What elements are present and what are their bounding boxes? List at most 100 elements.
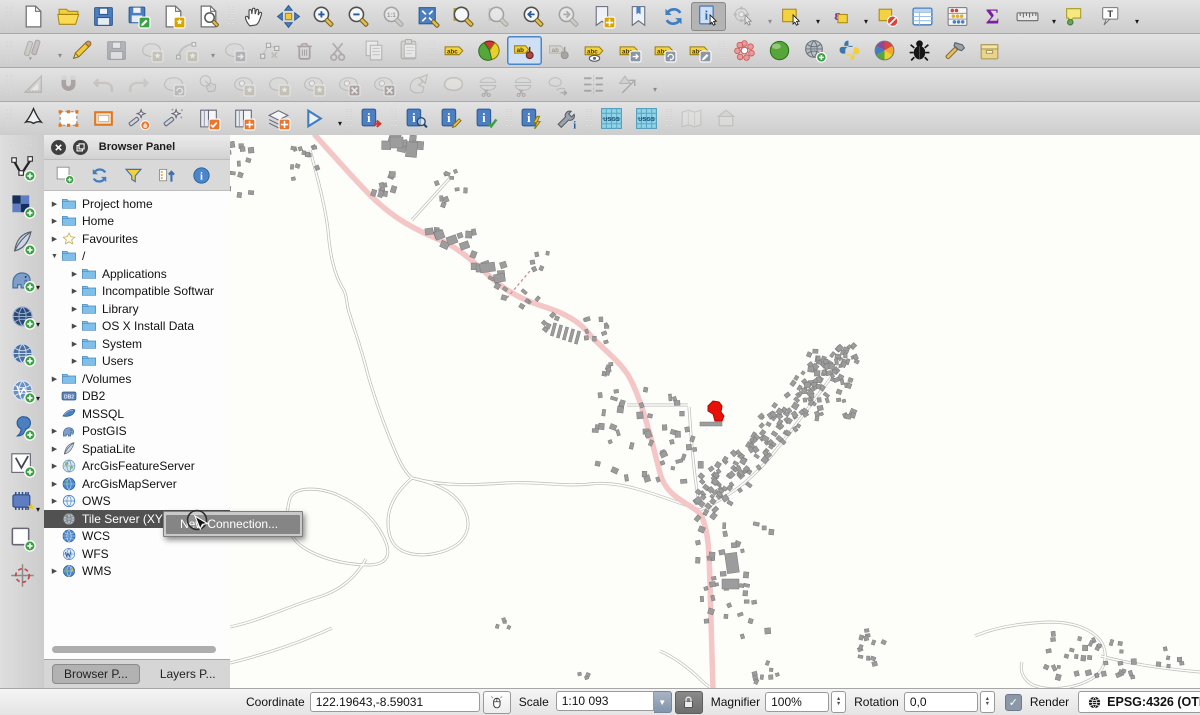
expander-icon[interactable]: ▶ bbox=[48, 462, 61, 470]
lock-scale-button[interactable] bbox=[675, 691, 703, 714]
measure-button[interactable]: ▾ bbox=[1010, 2, 1058, 31]
add-layer-group-button[interactable] bbox=[261, 104, 296, 133]
tree-item-users[interactable]: ▶Users bbox=[44, 353, 230, 371]
style-book-check-button[interactable] bbox=[191, 104, 226, 133]
properties-widget-button[interactable]: i bbox=[190, 164, 212, 186]
expander-icon[interactable]: ▶ bbox=[48, 375, 61, 383]
rotate-label-button[interactable]: abc bbox=[647, 36, 682, 65]
toolbar-drag-handle[interactable] bbox=[5, 74, 14, 96]
expander-icon[interactable]: ▶ bbox=[48, 235, 61, 243]
add-raster-layer-button[interactable] bbox=[4, 188, 40, 222]
select-features-button[interactable]: ▾ bbox=[774, 2, 822, 31]
map-tips-button[interactable] bbox=[1058, 2, 1093, 31]
move-label-button[interactable]: abc bbox=[612, 36, 647, 65]
expander-icon[interactable]: ▶ bbox=[48, 427, 61, 435]
magic-wand-button[interactable] bbox=[156, 104, 191, 133]
plugin-bug-report-button[interactable] bbox=[902, 36, 937, 65]
toolbar-drag-handle[interactable] bbox=[5, 6, 14, 28]
expander-icon[interactable]: ▶ bbox=[68, 357, 81, 365]
zoom-full-extent-button[interactable] bbox=[411, 2, 446, 31]
tree-item-applications[interactable]: ▶Applications bbox=[44, 265, 230, 283]
change-label-button[interactable]: abc bbox=[682, 36, 717, 65]
collapse-all-button[interactable] bbox=[156, 164, 178, 186]
crs-status-button[interactable]: EPSG:4326 (OTF) bbox=[1078, 691, 1200, 713]
expander-icon[interactable]: ▶ bbox=[68, 287, 81, 295]
text-annotation-button[interactable]: T▾ bbox=[1093, 2, 1141, 31]
tree-item-mssql[interactable]: MSSQL bbox=[44, 405, 230, 423]
expander-icon[interactable]: ▶ bbox=[48, 480, 61, 488]
expander-icon[interactable]: ▶ bbox=[48, 497, 61, 505]
show-bookmarks-button[interactable] bbox=[621, 2, 656, 31]
detach-panel-button[interactable] bbox=[73, 140, 88, 155]
expander-icon[interactable]: ▶ bbox=[68, 305, 81, 313]
new-project-button[interactable] bbox=[16, 2, 51, 31]
select-by-expression-button[interactable]: ε▾ bbox=[822, 2, 870, 31]
tree-item-wfs[interactable]: WFS bbox=[44, 545, 230, 563]
open-attribute-table-button[interactable] bbox=[905, 2, 940, 31]
expander-icon[interactable]: ▶ bbox=[68, 340, 81, 348]
tree-item-wms[interactable]: ▶WMS bbox=[44, 563, 230, 581]
select-region-button[interactable] bbox=[51, 104, 86, 133]
field-calculator-button[interactable] bbox=[940, 2, 975, 31]
tree-item-favourites[interactable]: ▶Favourites bbox=[44, 230, 230, 248]
new-shapefile-layer-button[interactable] bbox=[4, 521, 40, 555]
map-canvas[interactable] bbox=[230, 135, 1200, 688]
expander-icon[interactable]: ▶ bbox=[48, 200, 61, 208]
menu-item-new-connection[interactable]: New Connection... bbox=[166, 515, 300, 534]
run-script-button[interactable]: ▾ bbox=[296, 104, 344, 133]
tree-item-volumes[interactable]: ▶/Volumes bbox=[44, 370, 230, 388]
rotation-input[interactable] bbox=[904, 692, 978, 712]
toolbar-drag-handle[interactable] bbox=[5, 108, 14, 130]
tree-item-home[interactable]: ▶Home bbox=[44, 213, 230, 231]
tree-item-ows[interactable]: ▶OWS bbox=[44, 493, 230, 511]
tree-item-project-home[interactable]: ▶Project home bbox=[44, 195, 230, 213]
zoom-out-button[interactable] bbox=[341, 2, 376, 31]
plugin-rosette-button[interactable] bbox=[727, 36, 762, 65]
diagram-options-button[interactable] bbox=[472, 36, 507, 65]
add-postgis-layer-button[interactable]: ▾ bbox=[4, 262, 40, 296]
coordinate-input[interactable] bbox=[310, 692, 480, 712]
style-book-add-button[interactable] bbox=[226, 104, 261, 133]
scale-combo[interactable]: 1:10 093 ▼ bbox=[556, 691, 672, 713]
python-console-button[interactable] bbox=[832, 36, 867, 65]
label-settings-button[interactable]: abc bbox=[437, 36, 472, 65]
add-spatialite-layer-button[interactable] bbox=[4, 225, 40, 259]
add-delimited-text-layer-button[interactable] bbox=[4, 410, 40, 444]
add-virtual-layer-button[interactable] bbox=[4, 447, 40, 481]
tree-item-postgis[interactable]: ▶PostGIS bbox=[44, 423, 230, 441]
add-wcs-layer-button[interactable] bbox=[4, 336, 40, 370]
coordinate-capture-button[interactable] bbox=[4, 558, 40, 592]
pan-map-button[interactable] bbox=[236, 2, 271, 31]
add-vector-layer-button[interactable] bbox=[4, 151, 40, 185]
usgs-topo-button[interactable]: USGS bbox=[629, 104, 664, 133]
expander-icon[interactable]: ▶ bbox=[68, 270, 81, 278]
composer-manager-button[interactable] bbox=[191, 2, 226, 31]
identify-features-button[interactable]: i bbox=[691, 2, 726, 31]
tree-item-incompatible-software[interactable]: ▶Incompatible Softwar bbox=[44, 283, 230, 301]
zoom-in-button[interactable] bbox=[306, 2, 341, 31]
tree-item-library[interactable]: ▶Library bbox=[44, 300, 230, 318]
digitize-spear-button[interactable] bbox=[16, 104, 51, 133]
tree-item-db2[interactable]: DB2DB2 bbox=[44, 388, 230, 406]
deselect-all-button[interactable] bbox=[870, 2, 905, 31]
zoom-last-button[interactable] bbox=[516, 2, 551, 31]
expander-icon[interactable]: ▶ bbox=[48, 567, 61, 575]
expander-icon[interactable]: ▶ bbox=[68, 322, 81, 330]
identify-forward-button[interactable]: i bbox=[354, 104, 389, 133]
info-check-button[interactable]: i bbox=[469, 104, 504, 133]
info-edit-button[interactable]: i bbox=[434, 104, 469, 133]
rotation-stepper[interactable]: ▲▼ bbox=[980, 691, 995, 713]
info-search-button[interactable]: i bbox=[399, 104, 434, 133]
save-project-as-button[interactable] bbox=[121, 2, 156, 31]
tab-layers-panel[interactable]: Layers P... bbox=[148, 664, 228, 684]
chevron-down-icon[interactable]: ▼ bbox=[654, 691, 672, 713]
plugin-globe-button[interactable] bbox=[762, 36, 797, 65]
statistical-summary-button[interactable]: Σ bbox=[975, 2, 1010, 31]
pan-to-selection-button[interactable] bbox=[271, 2, 306, 31]
tree-item-arcgismapserver[interactable]: ▶ArcGisMapServer bbox=[44, 475, 230, 493]
open-project-button[interactable] bbox=[51, 2, 86, 31]
plugin-archive-button[interactable] bbox=[972, 36, 1007, 65]
plugin-build-tools-button[interactable] bbox=[937, 36, 972, 65]
show-hide-labels-button[interactable]: abc bbox=[577, 36, 612, 65]
magnifier-input[interactable] bbox=[765, 692, 829, 712]
